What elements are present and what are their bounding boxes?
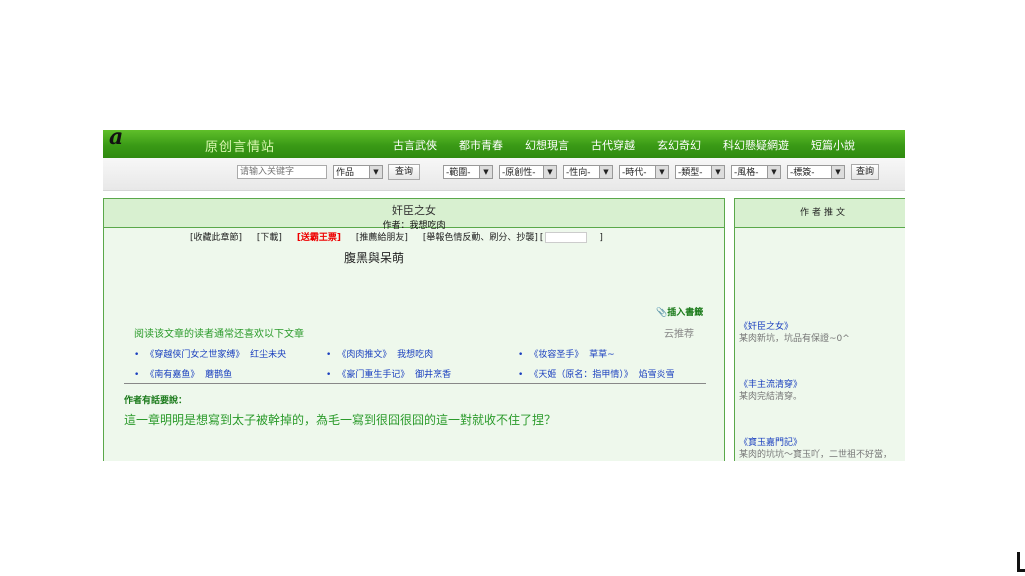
bullet-icon: • xyxy=(134,350,140,360)
chapter-header: 奸臣之女 作者：我想吃肉 xyxy=(104,199,724,231)
search-input[interactable] xyxy=(237,165,327,179)
insert-bookmark-button[interactable]: 📎插入書籤 xyxy=(656,305,703,318)
triangle-down-icon: ▼ xyxy=(369,166,382,178)
search-type-select[interactable]: 作品 ▼ xyxy=(333,165,383,179)
nav-item-scifi-mystery[interactable]: 科幻懸疑網遊 xyxy=(723,137,789,153)
triangle-down-icon: ▼ xyxy=(479,166,492,178)
triangle-down-icon: ▼ xyxy=(543,166,556,178)
bullet-icon: • xyxy=(518,350,524,360)
rec-item[interactable]: • 《肉肉推文》 我想吃肉 xyxy=(326,347,433,360)
filter-tag-select[interactable]: -標簽- ▼ xyxy=(787,165,845,179)
side-book-desc: 某肉的坑坑～寶玉吖，二世祖不好當， xyxy=(739,450,893,460)
search-bar: 作品▼ 查询 -範圍-▼ -原創性-▼ -性向-▼ -時代-▼ -類型-▼ -風… xyxy=(103,158,905,191)
chapter-panel: 奸臣之女 作者：我想吃肉 [收藏此章節] [下載] [送霸王票] [推薦給朋友]… xyxy=(103,198,725,461)
filter-orientation-select[interactable]: -性向- ▼ xyxy=(563,165,613,179)
triangle-down-icon: ▼ xyxy=(655,166,668,178)
filter-originality-select[interactable]: -原創性- ▼ xyxy=(499,165,557,179)
author-note-text: 這一章明明是想寫到太子被幹掉的，為毛一寫到很囧很囧的這一對就收不住了捏？ xyxy=(124,413,557,427)
nav-item-ancient-martial[interactable]: 古言武俠 xyxy=(393,137,437,153)
search-button[interactable]: 查询 xyxy=(388,164,420,180)
rec-item[interactable]: • 《天姬（原名：指甲情）》 焰雪炎雪 xyxy=(518,367,675,380)
category-nav: 古言武俠 都市青春 幻想現言 古代穿越 玄幻奇幻 科幻懸疑網遊 短篇小說 xyxy=(393,137,877,153)
page-frame: a 原创言情站 古言武俠 都市青春 幻想現言 古代穿越 玄幻奇幻 科幻懸疑網遊 … xyxy=(103,130,905,461)
site-logo[interactable]: a xyxy=(109,130,123,150)
nav-item-xuanhuan[interactable]: 玄幻奇幻 xyxy=(657,137,701,153)
toolbar-bracket-open: [ xyxy=(539,233,544,243)
triangle-down-icon: ▼ xyxy=(599,166,612,178)
filter-era-select[interactable]: -時代- ▼ xyxy=(619,165,669,179)
also-read-heading: 阅读该文章的读者通常还喜欢以下文章 xyxy=(134,329,304,340)
collect-chapter-link[interactable]: [收藏此章節] xyxy=(190,233,242,243)
rec-item[interactable]: • 《穿越侠门女之世家缚》 红尘未央 xyxy=(134,347,286,360)
triangle-down-icon: ▼ xyxy=(831,166,844,178)
bullet-icon: • xyxy=(326,370,332,380)
rec-item[interactable]: • 《豪门重生手记》 御井烹香 xyxy=(326,367,451,380)
bullet-icon: • xyxy=(326,350,332,360)
triangle-down-icon: ▼ xyxy=(767,166,780,178)
author-note-label: 作者有話要說： xyxy=(124,396,188,406)
filter-style-select[interactable]: -風格- ▼ xyxy=(731,165,781,179)
side-book-desc: 某肉新坑，坑品有保證~0^ xyxy=(739,334,850,344)
nav-item-ancient-time-travel[interactable]: 古代穿越 xyxy=(591,137,635,153)
nav-item-fantasy-modern[interactable]: 幻想現言 xyxy=(525,137,569,153)
toolbar-bracket-close: ] xyxy=(599,233,603,243)
side-book-desc: 某肉完結清穿。 xyxy=(739,392,803,402)
recommend-to-friend-link[interactable]: [推薦給朋友] xyxy=(356,233,408,243)
divider xyxy=(124,383,706,384)
chapter-title[interactable]: 奸臣之女 xyxy=(104,199,724,218)
site-name[interactable]: 原创言情站 xyxy=(205,136,275,155)
download-link[interactable]: [下載] xyxy=(257,233,282,243)
toolbar-blank-box xyxy=(545,232,588,243)
filter-scope-select[interactable]: -範圍- ▼ xyxy=(443,165,493,179)
top-navigation-bar: a 原创言情站 古言武俠 都市青春 幻想現言 古代穿越 玄幻奇幻 科幻懸疑網遊 … xyxy=(103,130,905,158)
send-bawang-ticket-link[interactable]: [送霸王票] xyxy=(297,233,341,243)
nav-item-urban-youth[interactable]: 都市青春 xyxy=(459,137,503,153)
bullet-icon: • xyxy=(134,370,140,380)
author-recommend-header: 作者推文 xyxy=(735,199,905,228)
rec-item[interactable]: • 《南有嘉鱼》 蘑鹊鱼 xyxy=(134,367,232,380)
rec-item[interactable]: • 《妆容圣手》 草草~ xyxy=(518,347,615,360)
report-link[interactable]: [舉報色情反動、刷分、抄襲] xyxy=(423,233,538,243)
nav-item-short-story[interactable]: 短篇小說 xyxy=(811,137,855,153)
triangle-down-icon: ▼ xyxy=(711,166,724,178)
filter-genre-select[interactable]: -類型- ▼ xyxy=(675,165,725,179)
paperclip-icon: 📎 xyxy=(656,308,668,318)
filter-search-button[interactable]: 查詢 xyxy=(851,164,879,180)
author-recommend-panel: 作者推文 《奸臣之女》 某肉新坑，坑品有保證~0^ 《丰主流清穿》 某肉完結清穿… xyxy=(734,198,905,461)
bullet-icon: • xyxy=(518,370,524,380)
cloud-recommend-button[interactable]: 云推荐 xyxy=(664,325,694,340)
window-corner-mark xyxy=(1017,552,1025,572)
chapter-toolbar: [收藏此章節] [下載] [送霸王票] [推薦給朋友] [舉報色情反動、刷分、抄… xyxy=(190,230,615,243)
chapter-content-title: 腹黑與呆萌 xyxy=(344,251,405,265)
